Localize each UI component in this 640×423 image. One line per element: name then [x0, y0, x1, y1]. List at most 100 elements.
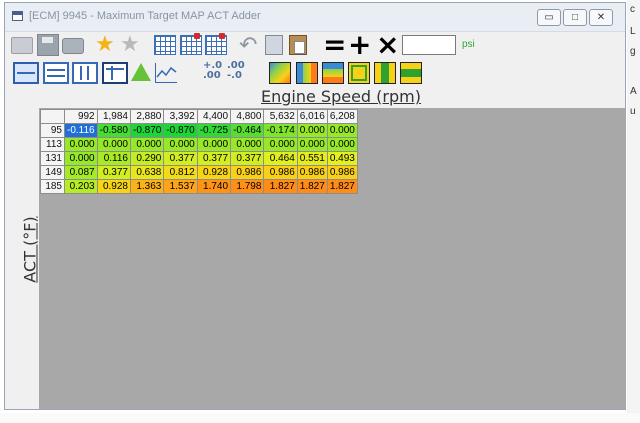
table-cell[interactable]: 0.928 — [196, 165, 232, 180]
close-button[interactable]: ✕ — [589, 9, 613, 26]
maximize-button[interactable]: □ — [563, 9, 587, 26]
interpolate-vertical-icon[interactable] — [400, 62, 422, 84]
table-cell[interactable]: 0.000 — [64, 151, 98, 166]
title-bar[interactable]: [ECM] 9945 - Maximum Target MAP ACT Adde… — [5, 3, 625, 32]
table-cell[interactable]: -0.116 — [64, 123, 98, 138]
row-header[interactable]: 149 — [40, 165, 65, 180]
table-cell[interactable]: -0.580 — [96, 123, 131, 138]
table-cell[interactable]: 1.740 — [196, 179, 232, 194]
compare-table-icon[interactable] — [180, 33, 202, 55]
table-cell[interactable]: -0.464 — [230, 123, 265, 138]
table-cell[interactable]: 1.827 — [326, 179, 358, 194]
table-cell[interactable]: 0.000 — [230, 137, 265, 152]
save-icon[interactable] — [37, 34, 59, 56]
add-favorite-star-icon[interactable]: ★ — [95, 32, 115, 56]
table-cell[interactable]: 0.638 — [129, 165, 165, 180]
column-header[interactable]: 6,016 — [296, 109, 328, 124]
minimize-button[interactable]: ▭ — [537, 9, 561, 26]
split-view-icon[interactable] — [13, 62, 39, 84]
fill-vertical-icon[interactable] — [322, 62, 344, 84]
fill-gradient-icon[interactable] — [269, 62, 291, 84]
table-cell[interactable]: 0.493 — [326, 151, 358, 166]
fill-horizontal-icon[interactable] — [296, 62, 318, 84]
table-cell[interactable]: -0.870 — [129, 123, 165, 138]
table-cell[interactable]: 1.827 — [263, 179, 298, 194]
column-header[interactable]: 6,208 — [326, 109, 358, 124]
row-header[interactable]: 185 — [40, 179, 65, 194]
compare-table-alt-icon[interactable] — [205, 33, 227, 55]
table-cell[interactable]: 0.377 — [196, 151, 232, 166]
remove-favorite-star-icon[interactable]: ★ — [120, 32, 140, 56]
copy-icon[interactable] — [265, 35, 283, 55]
table-cell[interactable]: 0.000 — [64, 137, 98, 152]
table-cell[interactable]: 0.116 — [96, 151, 131, 166]
table-cell[interactable]: 0.000 — [326, 137, 358, 152]
y-axis-label: ACT (°F) — [20, 216, 40, 283]
print-icon[interactable] — [62, 38, 84, 54]
background-text: L — [630, 26, 636, 37]
column-header[interactable]: 992 — [64, 109, 98, 124]
vertical-view-icon[interactable] — [72, 62, 98, 84]
paste-icon[interactable] — [289, 35, 307, 55]
table-cell[interactable]: -0.725 — [196, 123, 232, 138]
table-cell[interactable]: 0.986 — [296, 165, 328, 180]
table-cell[interactable]: 0.203 — [64, 179, 98, 194]
row-header[interactable]: 131 — [40, 151, 65, 166]
table-cell[interactable]: 0.986 — [263, 165, 298, 180]
column-header[interactable]: 4,800 — [230, 109, 265, 124]
table-cell[interactable]: 0.986 — [326, 165, 358, 180]
add-button[interactable]: + — [348, 31, 371, 59]
column-header-row: 992 1,984 2,880 3,392 4,400 4,800 5,632 … — [40, 109, 358, 124]
row-header[interactable]: 95 — [40, 123, 65, 138]
table-cell[interactable]: 1.798 — [230, 179, 265, 194]
increase-decimals-icon[interactable]: +.0.00 — [203, 61, 222, 81]
table-cell[interactable]: 0.290 — [129, 151, 165, 166]
table-cell[interactable]: 0.000 — [263, 137, 298, 152]
table-cell[interactable]: 1.537 — [163, 179, 198, 194]
horizontal-view-icon[interactable] — [43, 62, 69, 84]
corner-cell — [40, 109, 65, 124]
smooth-icon[interactable] — [348, 62, 370, 84]
table-row: 113 0.000 0.000 0.000 0.000 0.000 0.000 0.000 0.… — [40, 137, 358, 152]
table-cell[interactable]: 0.000 — [129, 137, 165, 152]
table-cell[interactable]: 0.000 — [326, 123, 358, 138]
operation-value-input[interactable] — [402, 35, 456, 55]
row-header[interactable]: 113 — [40, 137, 65, 152]
toolbar-edit: ★ ★ ↶ = + × psi — [5, 31, 625, 59]
background-strip — [0, 413, 640, 423]
table-cell[interactable]: 0.928 — [96, 179, 131, 194]
table-cell[interactable]: 1.363 — [129, 179, 165, 194]
table-view-icon[interactable] — [154, 35, 176, 55]
open-folder-icon[interactable] — [11, 37, 33, 54]
table-cell[interactable]: 0.000 — [196, 137, 232, 152]
undo-icon[interactable]: ↶ — [239, 34, 257, 56]
decrease-decimals-icon[interactable]: .00 -.0 — [227, 61, 245, 81]
table-cell[interactable]: 0.087 — [64, 165, 98, 180]
set-equal-button[interactable]: = — [323, 31, 346, 59]
table-cell[interactable]: 0.000 — [96, 137, 131, 152]
table-cell[interactable]: 1.827 — [296, 179, 328, 194]
column-header[interactable]: 3,392 — [163, 109, 198, 124]
table-cell[interactable]: -0.870 — [163, 123, 198, 138]
column-header[interactable]: 5,632 — [263, 109, 298, 124]
column-header[interactable]: 2,880 — [129, 109, 165, 124]
line-graph-icon[interactable] — [155, 63, 177, 83]
table-cell[interactable]: 0.986 — [230, 165, 265, 180]
table-cell[interactable]: 0.812 — [163, 165, 198, 180]
column-header[interactable]: 4,400 — [196, 109, 232, 124]
table-cell[interactable]: 0.377 — [96, 165, 131, 180]
table-cell[interactable]: -0.174 — [263, 123, 298, 138]
table-cell[interactable]: 0.377 — [230, 151, 265, 166]
unit-label: psi — [462, 39, 475, 50]
interpolate-horizontal-icon[interactable] — [374, 62, 396, 84]
table-cell[interactable]: 0.000 — [296, 123, 328, 138]
table-cell[interactable]: 0.000 — [163, 137, 198, 152]
column-header[interactable]: 1,984 — [96, 109, 131, 124]
table-cell[interactable]: 0.377 — [163, 151, 198, 166]
table-grid-icon[interactable] — [102, 62, 128, 84]
table-cell[interactable]: 0.464 — [263, 151, 298, 166]
table-cell[interactable]: 0.000 — [296, 137, 328, 152]
multiply-button[interactable]: × — [376, 31, 399, 59]
table-cell[interactable]: 0.551 — [296, 151, 328, 166]
3d-surface-icon[interactable] — [131, 63, 151, 81]
